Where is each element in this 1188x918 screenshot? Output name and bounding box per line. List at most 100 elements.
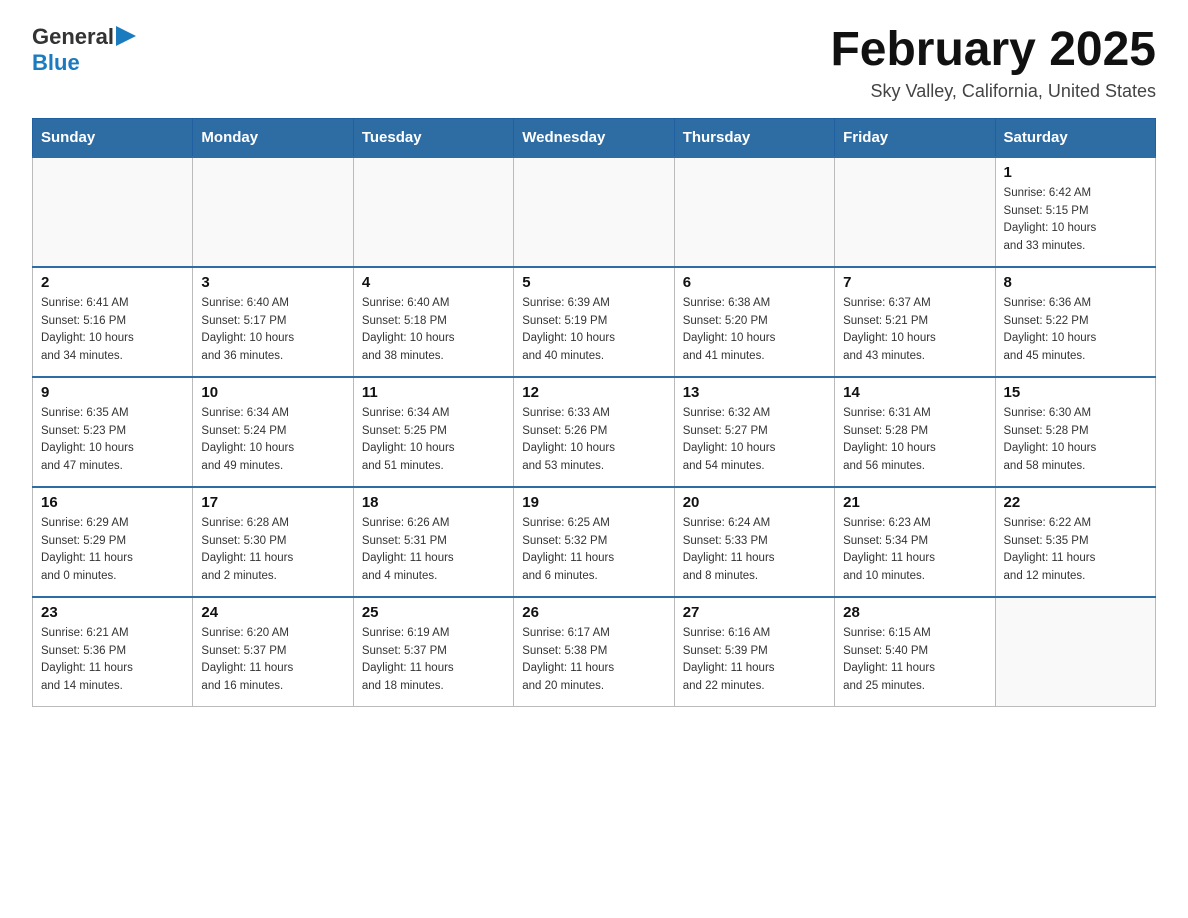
- page-title: February 2025: [830, 24, 1156, 77]
- day-info: Sunrise: 6:15 AM Sunset: 5:40 PM Dayligh…: [843, 625, 986, 696]
- day-info: Sunrise: 6:36 AM Sunset: 5:22 PM Dayligh…: [1004, 295, 1147, 366]
- calendar-week-row: 16Sunrise: 6:29 AM Sunset: 5:29 PM Dayli…: [33, 487, 1156, 597]
- day-number: 11: [362, 384, 505, 401]
- day-info: Sunrise: 6:26 AM Sunset: 5:31 PM Dayligh…: [362, 515, 505, 586]
- day-number: 4: [362, 274, 505, 291]
- calendar-cell: [33, 157, 193, 267]
- title-block: February 2025 Sky Valley, California, Un…: [830, 24, 1156, 102]
- calendar-week-row: 9 Sunrise: 6:35 AM Sunset: 5:23 PM Daylig…: [33, 377, 1156, 487]
- calendar-cell: 17 Sunrise: 6:28 AM Sunset: 5:30 PM Dayli…: [193, 487, 353, 597]
- calendar-cell: 22Sunrise: 6:22 AM Sunset: 5:35 PM Dayli…: [995, 487, 1155, 597]
- day-number: 18: [362, 494, 505, 511]
- day-info: Sunrise: 6:34 AM Sunset: 5:24 PM Dayligh…: [201, 405, 344, 476]
- day-number: 25: [362, 604, 505, 621]
- day-number: 2: [41, 274, 184, 291]
- page-header: General Blue February 2025 Sky Valley, C…: [32, 24, 1156, 102]
- weekday-header-monday: Monday: [193, 118, 353, 157]
- day-number: 21: [843, 494, 986, 511]
- day-info: Sunrise: 6:37 AM Sunset: 5:21 PM Dayligh…: [843, 295, 986, 366]
- weekday-header-friday: Friday: [835, 118, 995, 157]
- day-info: Sunrise: 6:39 AM Sunset: 5:19 PM Dayligh…: [522, 295, 665, 366]
- day-number: 22: [1004, 494, 1147, 511]
- calendar-cell: 13 Sunrise: 6:32 AM Sunset: 5:27 PM Dayli…: [674, 377, 834, 487]
- calendar-cell: [674, 157, 834, 267]
- calendar-cell: 24 Sunrise: 6:20 AM Sunset: 5:37 PM Dayli…: [193, 597, 353, 707]
- calendar-cell: 26 Sunrise: 6:17 AM Sunset: 5:38 PM Dayli…: [514, 597, 674, 707]
- calendar-cell: 12Sunrise: 6:33 AM Sunset: 5:26 PM Dayli…: [514, 377, 674, 487]
- logo-general: General: [32, 25, 114, 49]
- day-info: Sunrise: 6:16 AM Sunset: 5:39 PM Dayligh…: [683, 625, 826, 696]
- calendar-cell: 28 Sunrise: 6:15 AM Sunset: 5:40 PM Dayli…: [835, 597, 995, 707]
- day-info: Sunrise: 6:24 AM Sunset: 5:33 PM Dayligh…: [683, 515, 826, 586]
- day-number: 28: [843, 604, 986, 621]
- day-info: Sunrise: 6:41 AM Sunset: 5:16 PM Dayligh…: [41, 295, 184, 366]
- calendar-cell: 4 Sunrise: 6:40 AM Sunset: 5:18 PM Daylig…: [353, 267, 513, 377]
- calendar-cell: 10 Sunrise: 6:34 AM Sunset: 5:24 PM Dayli…: [193, 377, 353, 487]
- calendar-cell: [995, 597, 1155, 707]
- calendar-table: SundayMondayTuesdayWednesdayThursdayFrid…: [32, 118, 1156, 708]
- day-number: 19: [522, 494, 665, 511]
- day-number: 17: [201, 494, 344, 511]
- calendar-cell: 20 Sunrise: 6:24 AM Sunset: 5:33 PM Dayli…: [674, 487, 834, 597]
- day-number: 7: [843, 274, 986, 291]
- day-info: Sunrise: 6:42 AM Sunset: 5:15 PM Dayligh…: [1004, 185, 1147, 256]
- day-number: 27: [683, 604, 826, 621]
- calendar-cell: 14Sunrise: 6:31 AM Sunset: 5:28 PM Dayli…: [835, 377, 995, 487]
- weekday-header-sunday: Sunday: [33, 118, 193, 157]
- day-number: 5: [522, 274, 665, 291]
- calendar-cell: 3 Sunrise: 6:40 AM Sunset: 5:17 PM Daylig…: [193, 267, 353, 377]
- day-info: Sunrise: 6:21 AM Sunset: 5:36 PM Dayligh…: [41, 625, 184, 696]
- day-info: Sunrise: 6:40 AM Sunset: 5:17 PM Dayligh…: [201, 295, 344, 366]
- day-number: 8: [1004, 274, 1147, 291]
- day-info: Sunrise: 6:23 AM Sunset: 5:34 PM Dayligh…: [843, 515, 986, 586]
- weekday-header-thursday: Thursday: [674, 118, 834, 157]
- calendar-cell: [353, 157, 513, 267]
- logo-blue: Blue: [32, 50, 80, 75]
- calendar-cell: 21 Sunrise: 6:23 AM Sunset: 5:34 PM Dayli…: [835, 487, 995, 597]
- day-info: Sunrise: 6:32 AM Sunset: 5:27 PM Dayligh…: [683, 405, 826, 476]
- calendar-header-row: SundayMondayTuesdayWednesdayThursdayFrid…: [33, 118, 1156, 157]
- calendar-cell: [193, 157, 353, 267]
- day-info: Sunrise: 6:30 AM Sunset: 5:28 PM Dayligh…: [1004, 405, 1147, 476]
- day-number: 10: [201, 384, 344, 401]
- calendar-cell: 18 Sunrise: 6:26 AM Sunset: 5:31 PM Dayli…: [353, 487, 513, 597]
- day-info: Sunrise: 6:20 AM Sunset: 5:37 PM Dayligh…: [201, 625, 344, 696]
- day-info: Sunrise: 6:25 AM Sunset: 5:32 PM Dayligh…: [522, 515, 665, 586]
- calendar-cell: 8 Sunrise: 6:36 AM Sunset: 5:22 PM Daylig…: [995, 267, 1155, 377]
- day-info: Sunrise: 6:35 AM Sunset: 5:23 PM Dayligh…: [41, 405, 184, 476]
- calendar-cell: 2 Sunrise: 6:41 AM Sunset: 5:16 PM Daylig…: [33, 267, 193, 377]
- calendar-cell: [835, 157, 995, 267]
- day-number: 3: [201, 274, 344, 291]
- calendar-week-row: 23 Sunrise: 6:21 AM Sunset: 5:36 PM Dayli…: [33, 597, 1156, 707]
- day-number: 20: [683, 494, 826, 511]
- day-info: Sunrise: 6:29 AM Sunset: 5:29 PM Dayligh…: [41, 515, 184, 586]
- day-number: 1: [1004, 164, 1147, 181]
- logo-arrow-icon: [116, 26, 136, 46]
- day-info: Sunrise: 6:28 AM Sunset: 5:30 PM Dayligh…: [201, 515, 344, 586]
- calendar-cell: 7 Sunrise: 6:37 AM Sunset: 5:21 PM Daylig…: [835, 267, 995, 377]
- day-number: 24: [201, 604, 344, 621]
- day-number: 14: [843, 384, 986, 401]
- day-number: 26: [522, 604, 665, 621]
- day-number: 9: [41, 384, 184, 401]
- calendar-cell: 27 Sunrise: 6:16 AM Sunset: 5:39 PM Dayli…: [674, 597, 834, 707]
- day-number: 23: [41, 604, 184, 621]
- calendar-cell: 19 Sunrise: 6:25 AM Sunset: 5:32 PM Dayli…: [514, 487, 674, 597]
- day-number: 15: [1004, 384, 1147, 401]
- weekday-header-wednesday: Wednesday: [514, 118, 674, 157]
- logo: General Blue: [32, 24, 136, 75]
- day-info: Sunrise: 6:34 AM Sunset: 5:25 PM Dayligh…: [362, 405, 505, 476]
- weekday-header-saturday: Saturday: [995, 118, 1155, 157]
- day-info: Sunrise: 6:38 AM Sunset: 5:20 PM Dayligh…: [683, 295, 826, 366]
- calendar-cell: 23 Sunrise: 6:21 AM Sunset: 5:36 PM Dayli…: [33, 597, 193, 707]
- day-number: 12: [522, 384, 665, 401]
- calendar-cell: 5 Sunrise: 6:39 AM Sunset: 5:19 PM Daylig…: [514, 267, 674, 377]
- calendar-cell: 11 Sunrise: 6:34 AM Sunset: 5:25 PM Dayli…: [353, 377, 513, 487]
- day-info: Sunrise: 6:40 AM Sunset: 5:18 PM Dayligh…: [362, 295, 505, 366]
- calendar-cell: 15 Sunrise: 6:30 AM Sunset: 5:28 PM Dayli…: [995, 377, 1155, 487]
- calendar-cell: 1 Sunrise: 6:42 AM Sunset: 5:15 PM Daylig…: [995, 157, 1155, 267]
- day-number: 13: [683, 384, 826, 401]
- calendar-week-row: 1 Sunrise: 6:42 AM Sunset: 5:15 PM Daylig…: [33, 157, 1156, 267]
- day-info: Sunrise: 6:19 AM Sunset: 5:37 PM Dayligh…: [362, 625, 505, 696]
- day-info: Sunrise: 6:17 AM Sunset: 5:38 PM Dayligh…: [522, 625, 665, 696]
